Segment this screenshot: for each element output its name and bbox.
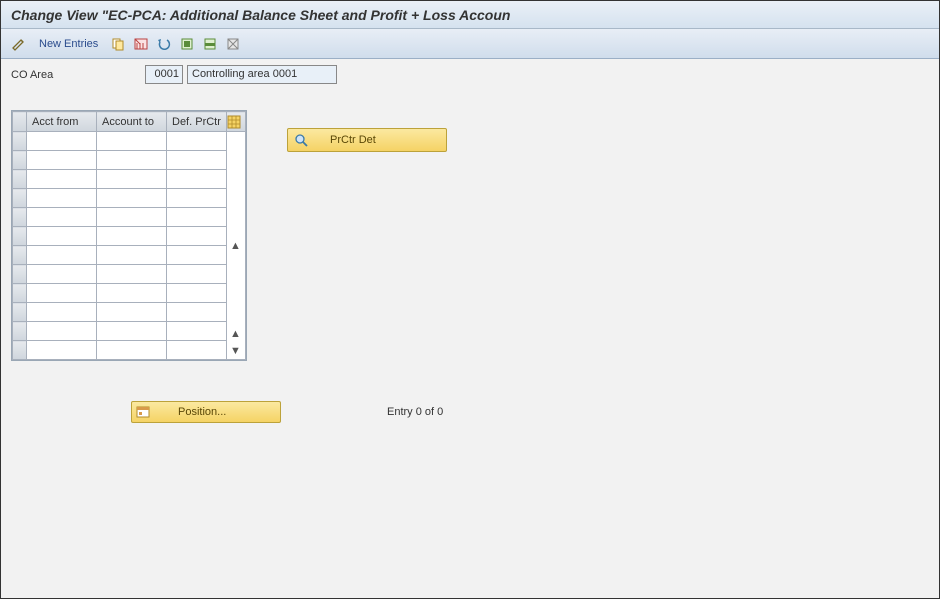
entry-status: Entry 0 of 0 xyxy=(387,406,443,418)
page-title: Change View "EC-PCA: Additional Balance … xyxy=(11,7,510,23)
col-account-to[interactable]: Account to xyxy=(97,112,167,132)
co-area-row: CO Area 0001 Controlling area 0001 xyxy=(11,65,929,84)
co-area-desc-field: Controlling area 0001 xyxy=(187,65,337,84)
accounts-table-container: Acct from Account to Def. PrCtr ▲ ▲ xyxy=(11,110,247,361)
select-all-header[interactable] xyxy=(13,112,27,132)
application-toolbar: New Entries xyxy=(1,29,939,59)
position-label: Position... xyxy=(178,406,226,418)
table-row[interactable] xyxy=(13,151,246,170)
table-row[interactable] xyxy=(13,265,246,284)
select-block-icon[interactable] xyxy=(200,34,220,54)
table-row[interactable] xyxy=(13,208,246,227)
title-bar: Change View "EC-PCA: Additional Balance … xyxy=(1,1,939,29)
select-all-icon[interactable] xyxy=(177,34,197,54)
col-acct-from[interactable]: Acct from xyxy=(27,112,97,132)
table-row[interactable] xyxy=(13,303,246,322)
copy-as-icon[interactable] xyxy=(108,34,128,54)
table-header-row: Acct from Account to Def. PrCtr xyxy=(13,112,246,132)
prctr-det-button[interactable]: PrCtr Det xyxy=(287,128,447,152)
content-area: CO Area 0001 Controlling area 0001 Acct … xyxy=(1,59,939,598)
prctr-det-label: PrCtr Det xyxy=(330,134,376,146)
table-row[interactable] xyxy=(13,284,246,303)
table-row[interactable] xyxy=(13,341,246,360)
co-area-code-field[interactable]: 0001 xyxy=(145,65,183,84)
table-row[interactable]: ▲ ▲ ▼ xyxy=(13,132,246,151)
table-config-icon[interactable] xyxy=(227,112,246,132)
deselect-all-icon[interactable] xyxy=(223,34,243,54)
delete-icon[interactable] xyxy=(131,34,151,54)
scroll-up-icon[interactable]: ▲ xyxy=(227,237,244,254)
table-row[interactable] xyxy=(13,227,246,246)
new-entries-button[interactable]: New Entries xyxy=(32,33,105,55)
co-area-label: CO Area xyxy=(11,69,141,81)
table-row[interactable] xyxy=(13,189,246,208)
undo-change-icon[interactable] xyxy=(154,34,174,54)
table-row[interactable] xyxy=(13,246,246,265)
new-entries-label: New Entries xyxy=(39,38,98,50)
table-row[interactable] xyxy=(13,322,246,341)
details-icon xyxy=(294,133,308,147)
vertical-scrollbar[interactable]: ▲ ▲ ▼ xyxy=(227,132,246,360)
scroll-down-icon[interactable]: ▼ xyxy=(227,342,244,359)
position-icon xyxy=(136,405,150,419)
table-row[interactable] xyxy=(13,170,246,189)
accounts-table[interactable]: Acct from Account to Def. PrCtr ▲ ▲ xyxy=(12,111,246,360)
position-button[interactable]: Position... xyxy=(131,401,281,423)
scroll-up2-icon[interactable]: ▲ xyxy=(227,325,244,342)
col-def-prctr[interactable]: Def. PrCtr xyxy=(167,112,227,132)
position-row: Position... Entry 0 of 0 xyxy=(11,401,929,423)
toggle-display-change-icon[interactable] xyxy=(9,34,29,54)
